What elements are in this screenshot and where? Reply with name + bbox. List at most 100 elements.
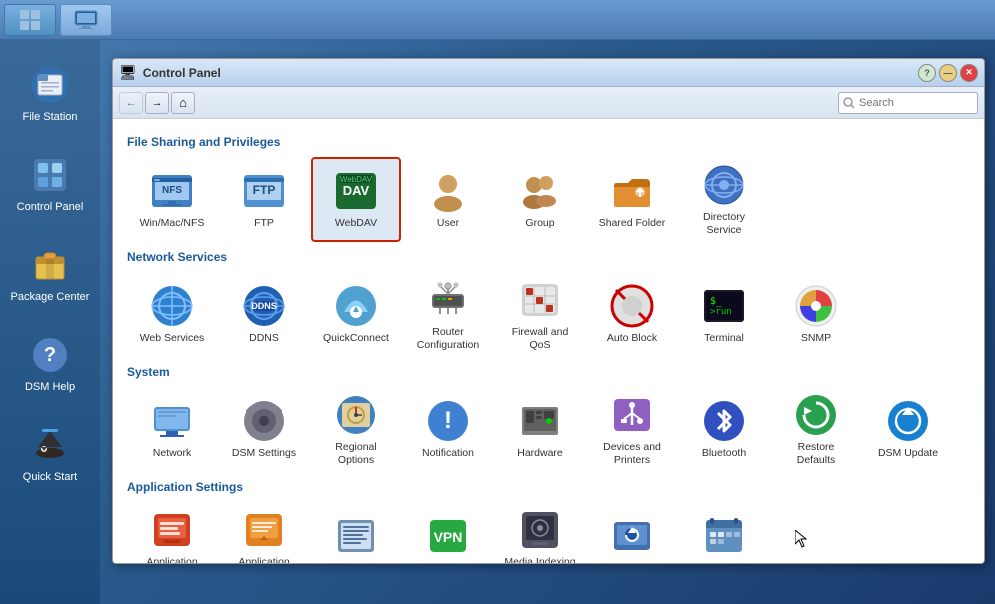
quickconnect-icon	[334, 284, 378, 328]
app-portal-icon	[242, 508, 286, 552]
system-grid: Network	[127, 387, 970, 472]
hardware-icon	[518, 399, 562, 443]
svg-text:FTP: FTP	[253, 183, 276, 197]
sidebar-item-dsm-help[interactable]: ? DSM Help	[5, 320, 95, 405]
app-icon-winmac[interactable]: NFS Win/Mac/NFS	[127, 157, 217, 242]
file-sharing-grid: NFS Win/Mac/NFS FTP F	[127, 157, 970, 242]
ddns-icon: DDNS	[242, 284, 286, 328]
app-icon-notification[interactable]: ! Notification	[403, 387, 493, 472]
taskbar-monitor-btn[interactable]	[60, 4, 112, 36]
app-icon-syslog[interactable]: Syslog	[311, 502, 401, 563]
dsm-update-icon	[886, 399, 930, 443]
app-icon-web-services[interactable]: Web Services	[127, 272, 217, 357]
app-icon-devices-printers[interactable]: Devices and Printers	[587, 387, 677, 472]
restore-defaults-icon	[794, 393, 838, 437]
app-label: Shared Folder	[599, 217, 666, 230]
firewall-qos-icon	[518, 278, 562, 322]
app-label: Hardware	[517, 447, 563, 460]
user-icon	[426, 169, 470, 213]
sidebar-item-label: Package Center	[11, 291, 90, 303]
app-icon-dsm-update[interactable]: DSM Update	[863, 387, 953, 472]
app-label: Terminal	[704, 332, 744, 345]
network-backup-icon	[610, 514, 654, 558]
app-label: SNMP	[801, 332, 831, 345]
app-label: Application Portal	[225, 556, 303, 563]
app-icon-auto-block[interactable]: Auto Block	[587, 272, 677, 357]
app-icon-restore-defaults[interactable]: Restore Defaults	[771, 387, 861, 472]
app-icon-group[interactable]: Group	[495, 157, 585, 242]
sidebar-item-label: DSM Help	[25, 381, 75, 393]
app-icon-network[interactable]: Network	[127, 387, 217, 472]
app-label: Regional Options	[317, 441, 395, 466]
app-icon-vpn[interactable]: VPN VPN	[403, 502, 493, 563]
minimize-button[interactable]: —	[939, 64, 957, 82]
control-panel-window: 🖥 Control Panel ? — ✕ ← → ⌂	[112, 58, 985, 564]
content-area: File Sharing and Privileges NFS	[113, 119, 984, 563]
app-icon-dsm-settings[interactable]: DSM Settings	[219, 387, 309, 472]
app-icon-quickconnect[interactable]: QuickConnect	[311, 272, 401, 357]
app-icon-directory-service[interactable]: Directory Service	[679, 157, 769, 242]
app-icon-terminal[interactable]: $_ >run Terminal	[679, 272, 769, 357]
section-title-file-sharing: File Sharing and Privileges	[127, 135, 970, 149]
help-button[interactable]: ?	[918, 64, 936, 82]
webdav-icon: DAV WebDAV	[334, 169, 378, 213]
app-icon-firewall-qos[interactable]: Firewall and QoS	[495, 272, 585, 357]
forward-button[interactable]: →	[145, 92, 169, 114]
app-icon-app-privileges[interactable]: Application Privileges	[127, 502, 217, 563]
file-station-icon	[28, 63, 72, 107]
sidebar-item-label: File Station	[22, 111, 77, 123]
app-label: Directory Service	[685, 211, 763, 236]
app-icon-hardware[interactable]: Hardware	[495, 387, 585, 472]
app-icon-ddns[interactable]: DDNS DDNS	[219, 272, 309, 357]
sidebar: File Station Control Panel Package Cente…	[0, 40, 100, 604]
app-icon-shared-folder[interactable]: Shared Folder	[587, 157, 677, 242]
app-icon-regional-options[interactable]: Regional Options	[311, 387, 401, 472]
app-label: Syslog	[340, 562, 372, 563]
sidebar-item-package-center[interactable]: Package Center	[5, 230, 95, 315]
app-icon-network-backup[interactable]: Network Backup	[587, 502, 677, 563]
titlebar-buttons: ? — ✕	[918, 64, 978, 82]
svg-text:WebDAV: WebDAV	[340, 175, 373, 184]
app-label: Media Indexing Service	[501, 556, 579, 563]
titlebar-title: Control Panel	[143, 66, 912, 80]
app-label: Task Scheduler	[688, 562, 760, 563]
svg-text:!: !	[444, 407, 452, 434]
app-icon-media-indexing[interactable]: Media Indexing Service	[495, 502, 585, 563]
app-label: DDNS	[249, 332, 279, 345]
section-title-app-settings: Application Settings	[127, 480, 970, 494]
winmac-icon: NFS	[150, 169, 194, 213]
app-icon-bluetooth[interactable]: Bluetooth	[679, 387, 769, 472]
media-indexing-icon	[518, 508, 562, 552]
dsm-settings-icon	[242, 399, 286, 443]
home-button[interactable]: ⌂	[171, 92, 195, 114]
app-icon-snmp[interactable]: SNMP	[771, 272, 861, 357]
dsm-help-icon: ?	[28, 333, 72, 377]
sidebar-item-control-panel[interactable]: Control Panel	[5, 140, 95, 225]
group-icon	[518, 169, 562, 213]
search-box[interactable]	[838, 92, 978, 114]
toolbar: ← → ⌂	[113, 87, 984, 119]
app-privileges-icon	[150, 508, 194, 552]
sidebar-item-file-station[interactable]: File Station	[5, 50, 95, 135]
app-label: Network	[153, 447, 192, 460]
app-icon-user[interactable]: User	[403, 157, 493, 242]
app-label: VPN	[437, 562, 459, 563]
shared-folder-icon	[610, 169, 654, 213]
close-button[interactable]: ✕	[960, 64, 978, 82]
app-icon-app-portal[interactable]: Application Portal	[219, 502, 309, 563]
app-icon-ftp[interactable]: FTP FTP	[219, 157, 309, 242]
bluetooth-icon	[702, 399, 746, 443]
app-icon-webdav[interactable]: DAV WebDAV WebDAV	[311, 157, 401, 242]
app-icon-task-scheduler[interactable]: Task Scheduler	[679, 502, 769, 563]
app-icon-router-config[interactable]: Router Configuration	[403, 272, 493, 357]
quick-start-icon	[28, 423, 72, 467]
ftp-icon: FTP	[242, 169, 286, 213]
network-services-grid: Web Services DDNS DDNS	[127, 272, 970, 357]
back-button[interactable]: ←	[119, 92, 143, 114]
search-input[interactable]	[859, 97, 969, 109]
app-label: Restore Defaults	[777, 441, 855, 466]
taskbar-grid-btn[interactable]	[4, 4, 56, 36]
sidebar-item-quick-start[interactable]: Quick Start	[5, 410, 95, 495]
task-scheduler-icon	[702, 514, 746, 558]
router-config-icon	[426, 278, 470, 322]
